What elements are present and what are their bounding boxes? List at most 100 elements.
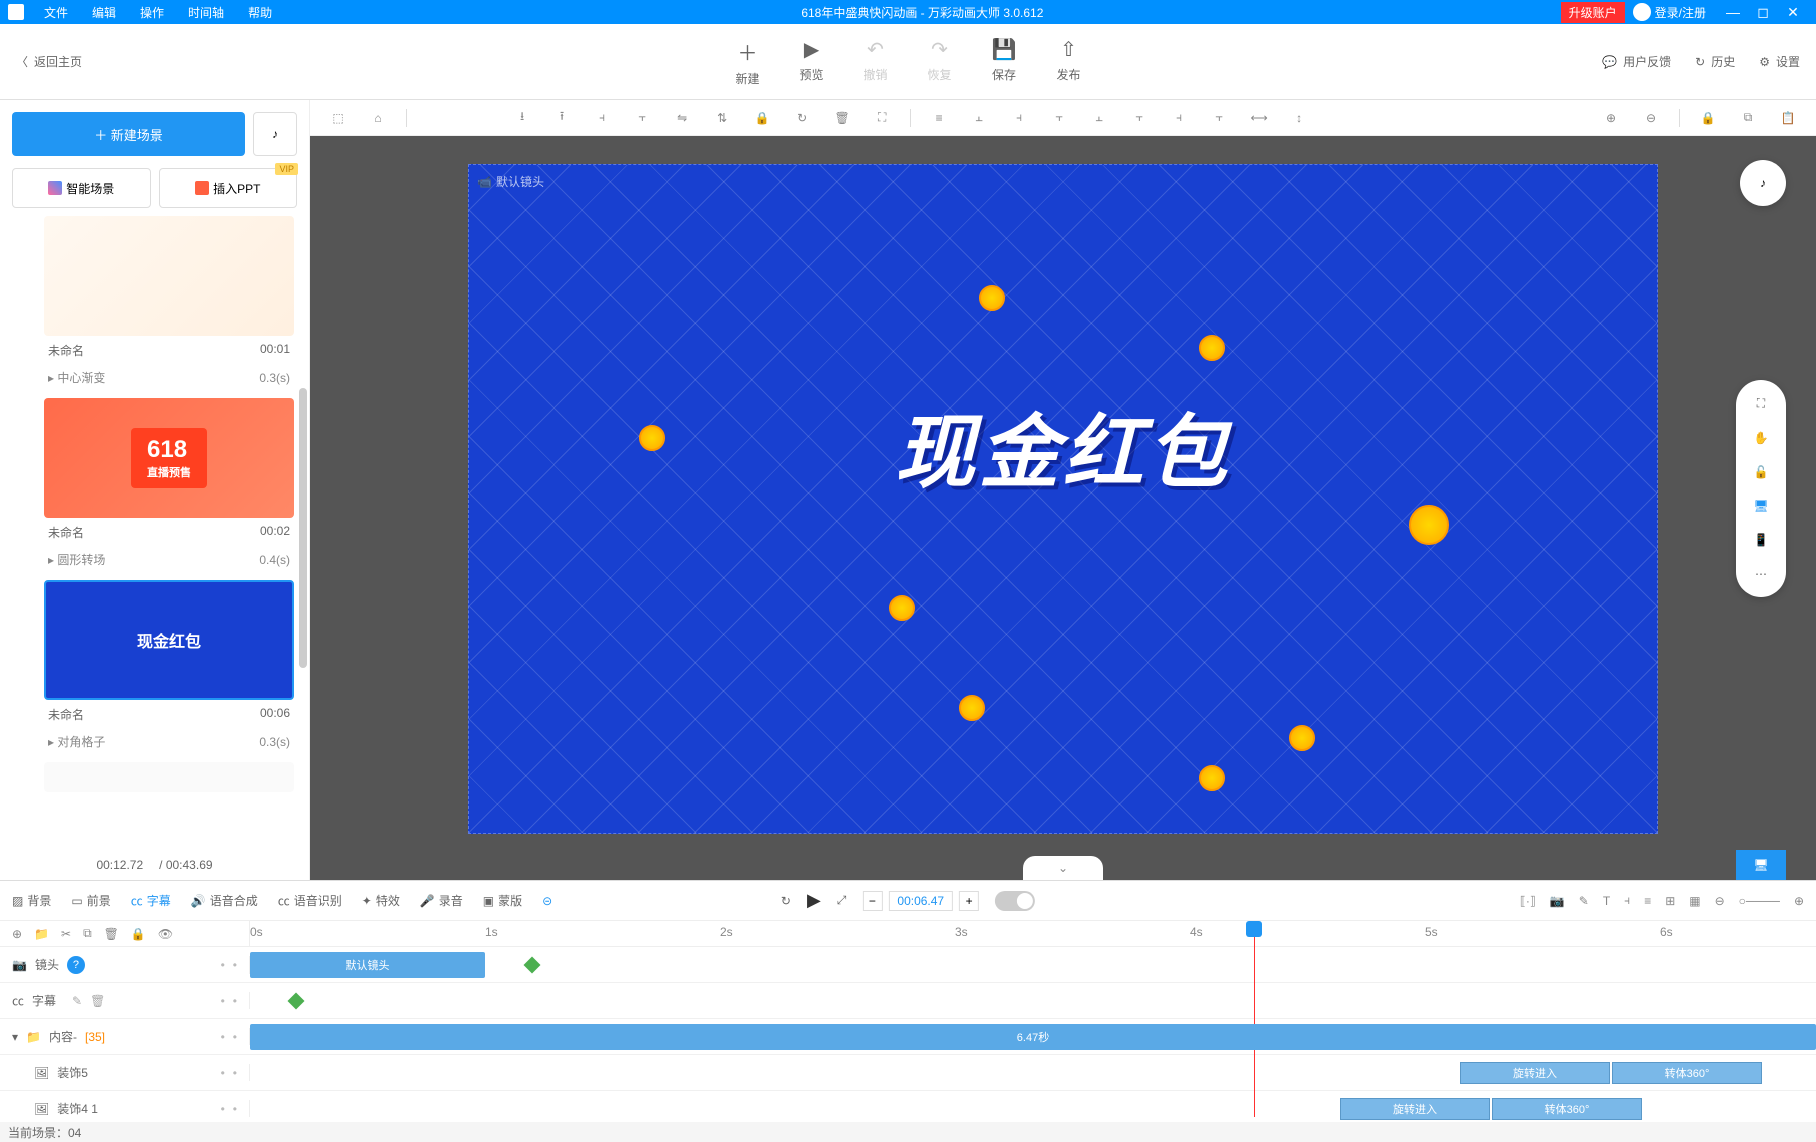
delete-small-icon[interactable]: 🗑 [90,994,105,1008]
camera-tool-icon[interactable]: 📷 [1550,894,1565,908]
scene-transition[interactable]: ▸ 圆形转场 0.4(s) [44,547,294,572]
time-value[interactable]: 00:06.47 [888,891,953,911]
keyframe-diamond[interactable] [524,957,541,974]
lock-icon[interactable]: 🔒 [131,927,146,941]
tool-refresh[interactable]: ↻ [786,104,818,132]
tool-home[interactable]: ⌂ [362,104,394,132]
time-plus-button[interactable]: + [959,891,979,911]
tool-distribute-h[interactable]: ⫞ [1163,104,1195,132]
time-minus-button[interactable]: − [862,891,882,911]
zoom-out-timeline[interactable]: ⊖ [1715,894,1725,908]
expand-arrow-icon[interactable]: ▾ [12,1030,18,1044]
floating-music-button[interactable]: ♪ [1740,160,1786,206]
login-button[interactable]: 登录/注册 [1655,4,1706,21]
expand-icon[interactable]: ⤢ [837,893,847,908]
effect-rotate-in[interactable]: 旋转进入 [1460,1062,1610,1084]
tool-align-left[interactable]: ≡ [923,104,955,132]
grid-icon[interactable]: ⊞ [1665,894,1675,908]
tool-align-h[interactable]: ⫞ [586,104,618,132]
scene-thumbnail[interactable] [44,762,294,792]
tab-foreground[interactable]: ▭前景 [71,892,110,909]
zoom-out-button[interactable]: ⊖ [1635,104,1667,132]
tool-lock[interactable]: 🔒 [746,104,778,132]
scrollbar-thumb[interactable] [299,388,307,668]
history-button[interactable]: ↻ 历史 [1695,53,1735,70]
tool-lock2[interactable]: 🔒 [1692,104,1724,132]
undo-button[interactable]: ↶ 撤销 [864,37,888,87]
tool-upload[interactable]: ⭱ [546,104,578,132]
ai-scene-tab[interactable]: 智能场景 [12,168,151,208]
content-clip[interactable]: 6.47秒 [250,1024,1816,1050]
timeline-ruler[interactable]: 0s 1s 2s 3s 4s 5s 6s [250,921,1816,946]
tool-spacing[interactable]: ⟷ [1243,104,1275,132]
playhead[interactable] [1246,921,1262,937]
menu-file[interactable]: 文件 [32,4,80,21]
menu-help[interactable]: 帮助 [236,4,284,21]
upgrade-button[interactable]: 升级账户 [1561,2,1625,23]
track-decoration5[interactable]: 🖼 装饰5 •• 旋转进入 转体360° [0,1055,1816,1091]
tool-cursor[interactable]: ⬚ [322,104,354,132]
scene-thumbnail[interactable]: 618直播预售 [44,398,294,518]
scene-thumbnail[interactable]: 现金红包 [44,580,294,700]
help-icon[interactable]: ? [67,956,85,974]
scene-item-selected[interactable]: 04 现金红包 未命名 00:06 ▸ 对角格子 0.3(s) [12,580,297,754]
tool-align-v[interactable]: ⫟ [626,104,658,132]
scene-list[interactable]: 未命名 00:01 ▸ 中心渐变 0.3(s) 03 618直播预售 未命名 0… [0,208,309,850]
redo-button[interactable]: ↷ 恢复 [928,37,952,87]
hand-icon[interactable]: ✋ [1754,431,1769,445]
scene-transition[interactable]: ▸ 中心渐变 0.3(s) [44,365,294,390]
add-track-icon[interactable]: ⊕ [12,927,22,941]
tab-record[interactable]: 🎤录音 [420,892,463,909]
collapse-timeline-button[interactable]: ⌄ [1023,856,1103,880]
tool-align-bottom[interactable]: ⫟ [1123,104,1155,132]
list-icon[interactable]: ≡ [1644,894,1651,908]
scene-thumbnail[interactable] [44,216,294,336]
keyframe-icon[interactable]: ⟦·⟧ [1520,894,1536,908]
zoom-slider[interactable]: ○──── [1739,894,1780,908]
scene-item[interactable]: 03 618直播预售 未命名 00:02 ▸ 圆形转场 0.4(s) [12,398,297,572]
more-icon[interactable]: ⋯ [1755,567,1767,581]
maximize-button[interactable]: ◻ [1748,4,1778,21]
menu-edit[interactable]: 编辑 [80,4,128,21]
edit-icon[interactable]: ✎ [1579,894,1589,908]
tool-download[interactable]: ⭳ [506,104,538,132]
close-button[interactable]: ✕ [1778,4,1808,21]
insert-ppt-tab[interactable]: 插入PPT VIP [159,168,298,208]
copy-icon[interactable]: ⧉ [83,926,92,941]
layout-icon[interactable]: ▦ [1689,894,1700,908]
tool-distribute-v[interactable]: ⫟ [1203,104,1235,132]
preview-button[interactable]: ▶ 预览 [800,37,824,87]
effect-rotate-in[interactable]: 旋转进入 [1340,1098,1490,1120]
scene-transition[interactable]: ▸ 对角格子 0.3(s) [44,729,294,754]
music-button[interactable]: ♪ [253,112,297,156]
new-scene-button[interactable]: ＋ 新建场景 [12,112,245,156]
back-home-button[interactable]: 〈 返回主页 [0,53,98,70]
tool-delete[interactable]: 🗑 [826,104,858,132]
tool-align-right[interactable]: ⫞ [1003,104,1035,132]
feedback-button[interactable]: 💬 用户反馈 [1602,53,1671,70]
tab-background[interactable]: ▨背景 [12,892,51,909]
filter-icon[interactable]: ⫞ [1624,893,1630,908]
tab-mask[interactable]: ▣蒙版 [483,892,522,909]
play-button[interactable]: ▶ [807,890,821,911]
tool-copy[interactable]: ⧉ [1732,104,1764,132]
unlock-icon[interactable]: 🔓 [1754,465,1769,479]
tool-flip-v[interactable]: ⇅ [706,104,738,132]
replay-icon[interactable]: ↻ [781,894,791,908]
publish-button[interactable]: ⇧ 发布 [1056,37,1080,87]
scene-item[interactable]: 未命名 00:01 ▸ 中心渐变 0.3(s) [12,216,297,390]
cut-icon[interactable]: ✂ [61,927,71,941]
tab-tts[interactable]: 🔊语音合成 [191,892,258,909]
menu-action[interactable]: 操作 [128,4,176,21]
tool-paste[interactable]: 📋 [1772,104,1804,132]
effect-rotate360[interactable]: 转体360° [1492,1098,1642,1120]
zoom-in-button[interactable]: ⊕ [1595,104,1627,132]
canvas-stage[interactable]: 📹 默认镜头 现金红包 [468,164,1658,834]
settings-button[interactable]: ⚙ 设置 [1759,53,1800,70]
tool-align-center[interactable]: ⫠ [963,104,995,132]
track-subtitle[interactable]: ㏄ 字幕 ✎ 🗑 •• [0,983,1816,1019]
stage-main-text[interactable]: 现金红包 [895,388,1231,504]
delete-icon[interactable]: 🗑 [104,927,119,941]
tab-asr[interactable]: ㏄语音识别 [278,892,342,909]
scene-item[interactable] [12,762,297,792]
